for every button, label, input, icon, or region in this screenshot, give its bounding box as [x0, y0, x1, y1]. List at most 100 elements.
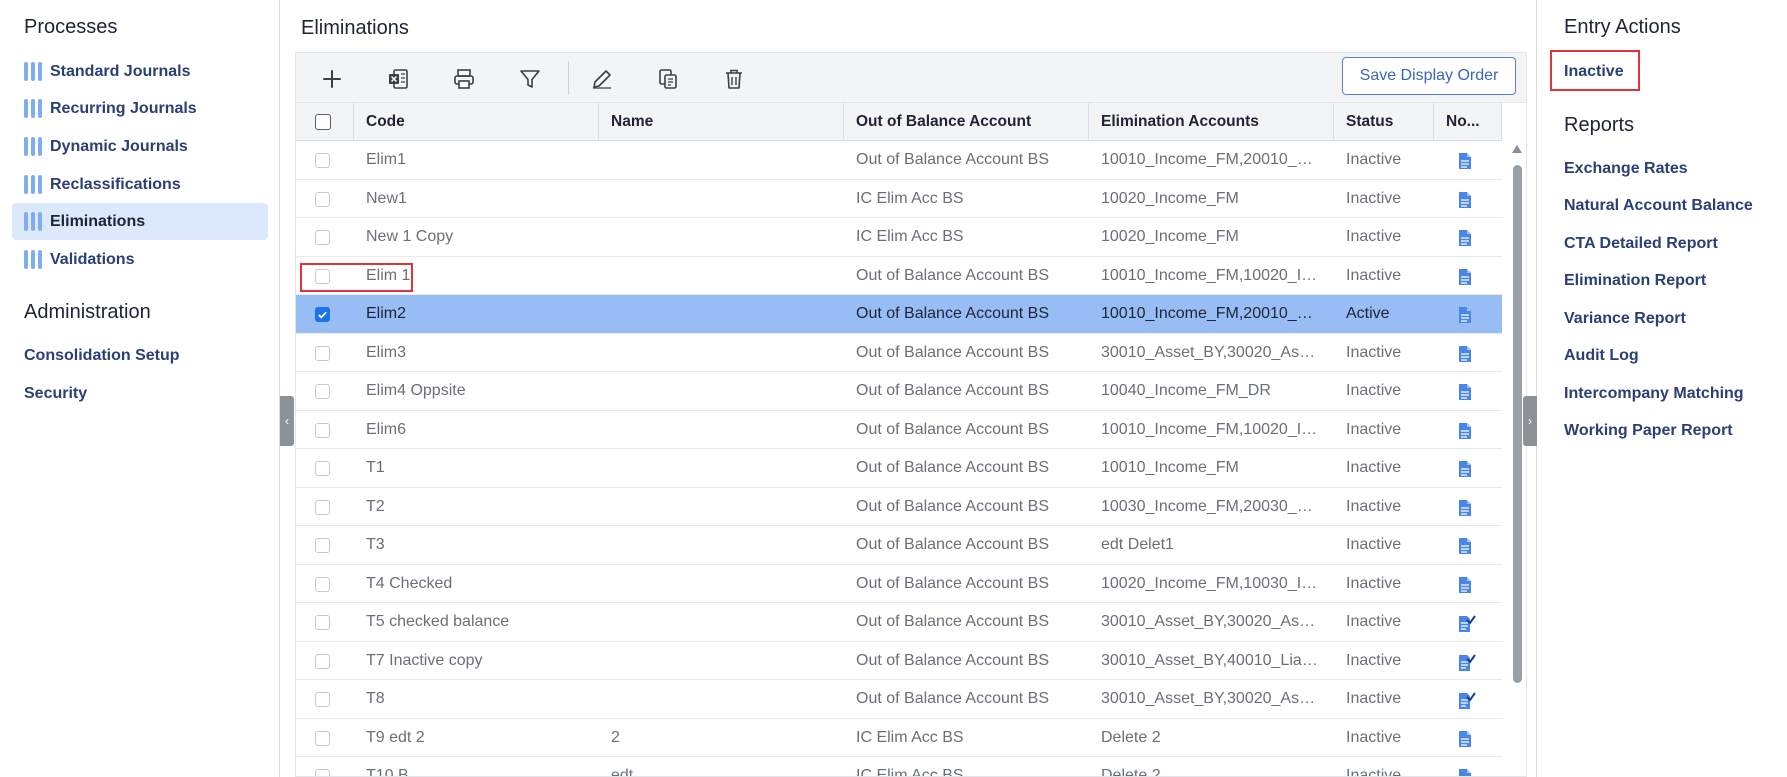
note-document-icon[interactable]: [1456, 422, 1474, 440]
report-link-audit-log[interactable]: Audit Log: [1564, 347, 1639, 365]
note-document-icon[interactable]: [1456, 768, 1474, 776]
note-checked-icon[interactable]: [1456, 653, 1476, 671]
row-checkbox[interactable]: [315, 615, 330, 630]
table-row[interactable]: Elim6 Out of Balance Account BS 10010_Inco…: [296, 410, 1502, 449]
report-link-natural-account-balance[interactable]: Natural Account Balance: [1564, 197, 1753, 215]
scroll-up-arrow-icon[interactable]: [1512, 145, 1522, 153]
note-checked-icon[interactable]: [1456, 691, 1476, 709]
row-checkbox[interactable]: [315, 384, 330, 399]
table-row[interactable]: T7 Inactive copy Out of Balance Account B…: [296, 641, 1502, 680]
row-checkbox[interactable]: [315, 345, 330, 361]
note-document-icon[interactable]: [1456, 460, 1474, 478]
row-checkbox[interactable]: [315, 576, 330, 592]
chevron-left-icon: ‹: [285, 414, 289, 428]
cell-elimination-accounts: Delete 2: [1101, 728, 1161, 746]
cell-code: Elim6: [366, 420, 407, 438]
cell-name: [599, 180, 844, 218]
cell-name: [599, 257, 844, 295]
filter-icon[interactable]: [516, 65, 544, 93]
row-checkbox[interactable]: [315, 769, 330, 776]
note-document-icon[interactable]: [1456, 152, 1474, 170]
report-link-cta-detailed-report[interactable]: CTA Detailed Report: [1564, 235, 1718, 253]
table-row[interactable]: Elim2 Out of Balance Account BS 10010_Inco…: [296, 295, 1502, 334]
sidebar-item-standard-journals[interactable]: Standard Journals: [12, 53, 268, 90]
column-header-notes[interactable]: No...: [1434, 103, 1502, 141]
table-row[interactable]: T5 checked balance Out of Balance Account…: [296, 603, 1502, 642]
column-header-name[interactable]: Name: [599, 103, 844, 141]
scrollbar-thumb[interactable]: [1513, 165, 1522, 683]
note-document-icon[interactable]: [1456, 730, 1474, 748]
table-row[interactable]: T1 Out of Balance Account BS 10010_Income_…: [296, 449, 1502, 488]
table-row[interactable]: New 1 Copy IC Elim Acc BS 10020_Income_FM I…: [296, 218, 1502, 257]
row-checkbox[interactable]: [315, 307, 330, 322]
report-link-working-paper-report[interactable]: Working Paper Report: [1564, 422, 1733, 440]
note-document-icon[interactable]: [1456, 345, 1474, 363]
row-checkbox[interactable]: [315, 538, 330, 553]
row-checkbox[interactable]: [315, 191, 330, 207]
table-row[interactable]: T10 B edt IC Elim Acc BS Delete 2 Inactive: [296, 757, 1502, 776]
sidebar-item-eliminations[interactable]: Eliminations: [12, 203, 268, 240]
row-checkbox[interactable]: [315, 461, 330, 476]
note-document-icon[interactable]: [1456, 229, 1474, 247]
note-document-icon[interactable]: [1456, 576, 1474, 594]
row-checkbox[interactable]: [315, 730, 330, 746]
note-document-icon[interactable]: [1456, 268, 1474, 286]
table-row[interactable]: New1 IC Elim Acc BS 10020_Income_FM Inactiv…: [296, 179, 1502, 218]
columns-icon: [24, 62, 42, 81]
sidebar-item-recurring-journals[interactable]: Recurring Journals: [12, 90, 268, 127]
column-header-code[interactable]: Code: [354, 103, 599, 141]
sidebar-item-dynamic-journals[interactable]: Dynamic Journals: [12, 128, 268, 165]
row-checkbox[interactable]: [315, 230, 330, 245]
plus-icon[interactable]: [318, 65, 346, 93]
print-icon[interactable]: [450, 65, 478, 93]
table-row[interactable]: Elim 1 Out of Balance Account BS 10010_Inc…: [296, 256, 1502, 295]
sidebar-item-security[interactable]: Security: [24, 385, 87, 403]
vertical-scrollbar[interactable]: [1510, 141, 1524, 776]
row-checkbox[interactable]: [315, 653, 330, 669]
save-display-order-button[interactable]: Save Display Order: [1342, 57, 1516, 95]
delete-icon[interactable]: [720, 65, 748, 93]
sidebar-item-reclassifications[interactable]: Reclassifications: [12, 166, 268, 203]
note-checked-icon[interactable]: [1456, 614, 1476, 632]
table-row[interactable]: Elim4 Oppsite Out of Balance Account BS 10…: [296, 372, 1502, 411]
cell-status: Inactive: [1346, 536, 1402, 553]
note-document-icon[interactable]: [1456, 191, 1474, 209]
note-document-icon[interactable]: [1456, 306, 1474, 324]
table-row[interactable]: T2 Out of Balance Account BS 10030_Income_…: [296, 487, 1502, 526]
sidebar-item-consolidation-setup[interactable]: Consolidation Setup: [24, 347, 180, 365]
cell-status: Inactive: [1346, 497, 1402, 515]
table-row[interactable]: T8 Out of Balance Account BS 30010_Asset_B…: [296, 680, 1502, 719]
cell-status: Inactive: [1346, 228, 1402, 245]
sidebar-item-label: Dynamic Journals: [50, 137, 188, 155]
copy-icon[interactable]: [654, 65, 682, 93]
note-document-icon[interactable]: [1456, 537, 1474, 555]
edit-icon[interactable]: [588, 65, 616, 93]
cell-code: Elim1: [366, 151, 407, 168]
excel-icon[interactable]: [384, 65, 412, 93]
table-row[interactable]: T9 edt 2 2 IC Elim Acc BS Delete 2 Inactive: [296, 718, 1502, 757]
select-all-checkbox[interactable]: [315, 114, 331, 130]
collapse-left-panel-button[interactable]: ‹: [280, 396, 294, 446]
column-header-out-of-balance-account[interactable]: Out of Balance Account: [844, 103, 1089, 141]
cell-status: Inactive: [1346, 690, 1402, 707]
table-row[interactable]: Elim1 Out of Balance Account BS 10010_Inco…: [296, 141, 1502, 180]
report-link-variance-report[interactable]: Variance Report: [1564, 310, 1686, 328]
row-checkbox[interactable]: [315, 422, 330, 438]
row-checkbox[interactable]: [315, 692, 330, 707]
report-link-intercompany-matching[interactable]: Intercompany Matching: [1564, 385, 1744, 403]
table-row[interactable]: T3 Out of Balance Account BS edt Delet1 Ina…: [296, 526, 1502, 565]
row-checkbox[interactable]: [315, 153, 330, 168]
note-document-icon[interactable]: [1456, 383, 1474, 401]
column-header-status[interactable]: Status: [1334, 103, 1434, 141]
note-document-icon[interactable]: [1456, 499, 1474, 517]
cell-out-of-balance-account: Out of Balance Account BS: [856, 343, 1050, 361]
collapse-right-panel-button[interactable]: ›: [1523, 396, 1537, 446]
table-row[interactable]: Elim3 Out of Balance Account BS 30010_Asse…: [296, 333, 1502, 372]
report-link-exchange-rates[interactable]: Exchange Rates: [1564, 160, 1688, 178]
row-checkbox[interactable]: [315, 499, 330, 515]
report-link-elimination-report[interactable]: Elimination Report: [1564, 272, 1706, 290]
sidebar-item-validations[interactable]: Validations: [12, 241, 268, 278]
table-row[interactable]: T4 Checked Out of Balance Account BS 10020…: [296, 564, 1502, 603]
column-header-elimination-accounts[interactable]: Elimination Accounts: [1089, 103, 1334, 141]
cell-name: [599, 603, 844, 641]
